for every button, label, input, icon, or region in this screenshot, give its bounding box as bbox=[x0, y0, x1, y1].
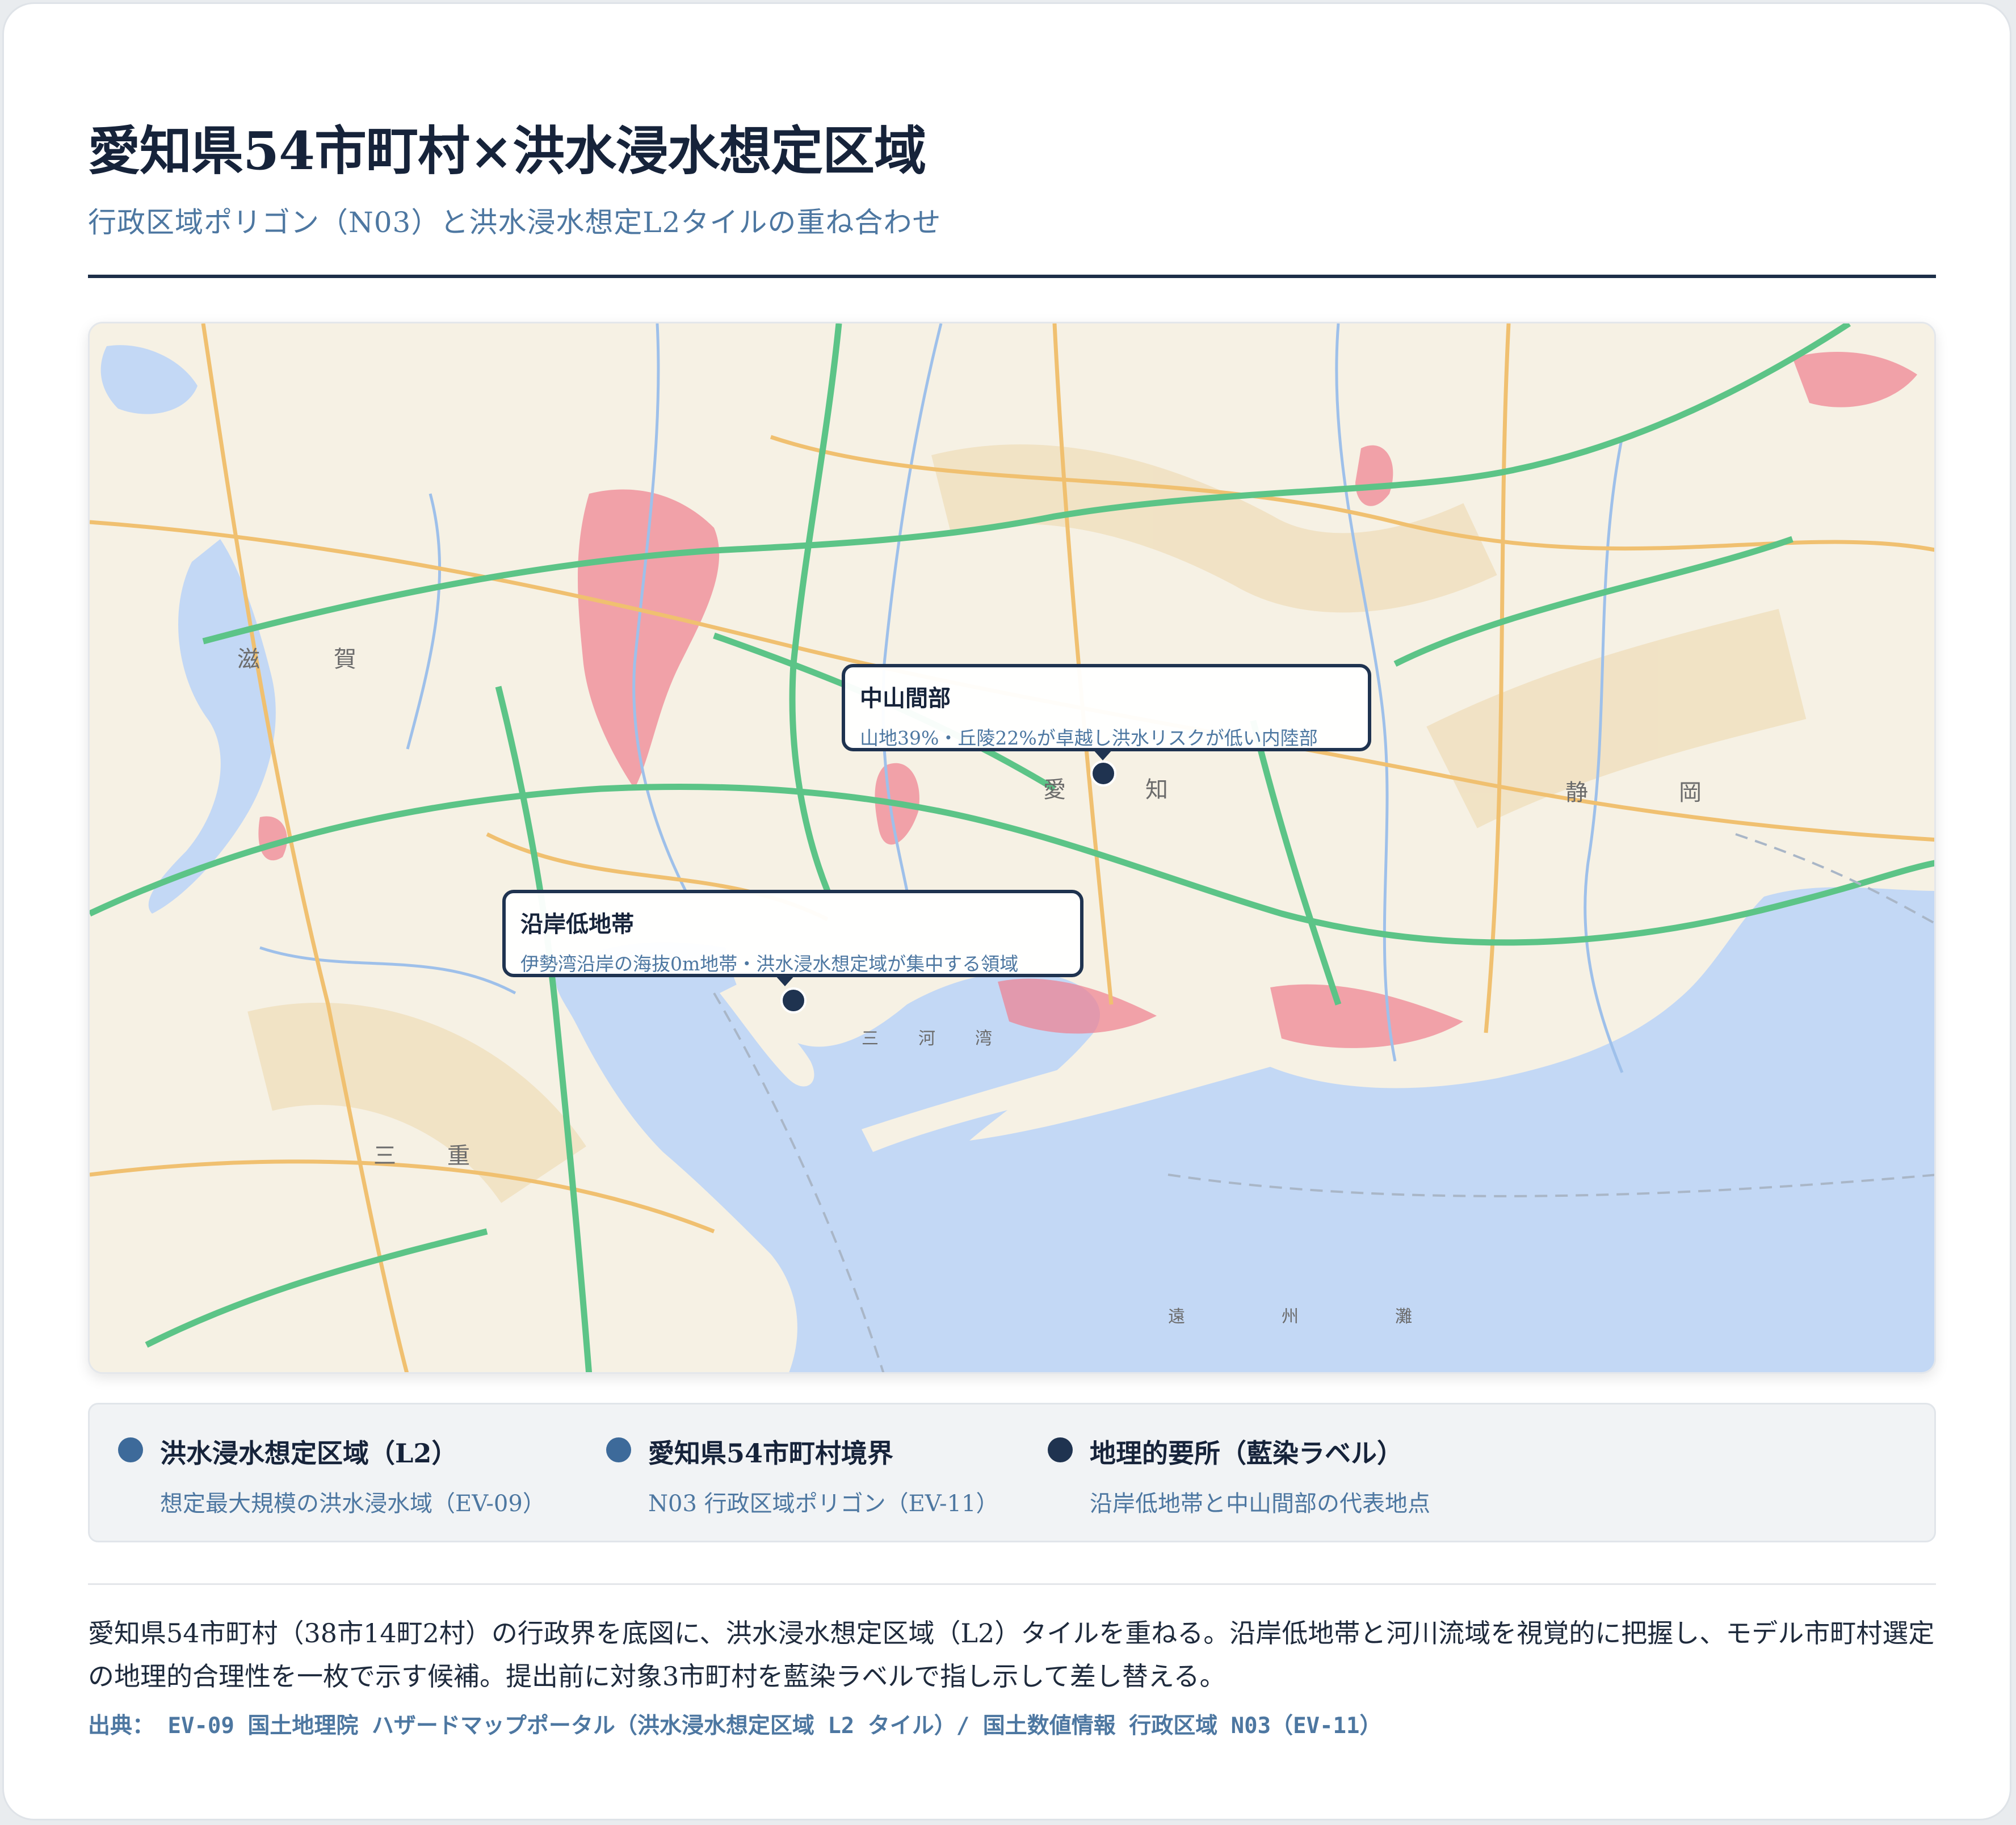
title-rule bbox=[88, 275, 1936, 278]
pin-coastal[interactable] bbox=[780, 987, 807, 1014]
label-mikawa-3: 湾 bbox=[975, 1029, 992, 1049]
map-basemap: 滋 賀 三 重 愛 知 静 岡 三 河 湾 遠 州 灘 bbox=[90, 323, 1934, 1372]
body-text: 愛知県54市町村（38市14町2村）の行政界を底図に、洪水浸水想定区域（L2）タ… bbox=[88, 1618, 1935, 1692]
callout-inland[interactable]: 中山間部 山地39%・丘陵22%が卓越し洪水リスクが低い内陸部 bbox=[842, 664, 1371, 760]
label-mie-1: 三 bbox=[373, 1143, 396, 1169]
label-enshu-1: 遠 bbox=[1168, 1307, 1185, 1327]
pin-inland[interactable] bbox=[1090, 760, 1116, 787]
source-citation: 出典： EV-09 国土地理院 ハザードマップポータル（洪水浸水想定区域 L2 … bbox=[88, 1713, 1382, 1739]
legend-name-flood: 洪水浸水想定区域（L2） bbox=[160, 1438, 458, 1469]
label-shizuoka-1: 静 bbox=[1565, 780, 1588, 806]
page-subtitle: 行政区域ポリゴン（N03）と洪水浸水想定L2タイルの重ね合わせ bbox=[88, 206, 942, 239]
figure-card: 愛知県54市町村×洪水浸水想定区域 行政区域ポリゴン（N03）と洪水浸水想定L2… bbox=[2, 2, 2011, 1820]
flood-map[interactable]: 滋 賀 三 重 愛 知 静 岡 三 河 湾 遠 州 灘 中山間部 山地39%・丘… bbox=[88, 322, 1936, 1374]
legend: 洪水浸水想定区域（L2） 想定最大規模の洪水浸水域（EV-09） 愛知県54市町… bbox=[88, 1403, 1936, 1542]
label-enshu-2: 州 bbox=[1282, 1307, 1299, 1327]
label-enshu-3: 灘 bbox=[1395, 1307, 1412, 1327]
legend-desc-boundary: N03 行政区域ポリゴン（EV-11） bbox=[648, 1491, 999, 1517]
legend-dot-boundary bbox=[606, 1437, 631, 1462]
label-shiga-1: 滋 bbox=[237, 646, 260, 672]
callout-inland-desc: 山地39%・丘陵22%が卓越し洪水リスクが低い内陸部 bbox=[860, 727, 1318, 749]
label-mie-2: 重 bbox=[447, 1143, 470, 1169]
legend-name-landmark: 地理的要所（藍染ラベル） bbox=[1090, 1438, 1403, 1469]
callout-coastal[interactable]: 沿岸低地帯 伊勢湾沿岸の海抜0m地帯・洪水浸水想定域が集中する領域 bbox=[502, 890, 1083, 986]
legend-desc-flood: 想定最大規模の洪水浸水域（EV-09） bbox=[160, 1491, 545, 1517]
callout-inland-title: 中山間部 bbox=[860, 685, 951, 712]
label-shiga-2: 賀 bbox=[334, 646, 356, 672]
legend-name-boundary: 愛知県54市町村境界 bbox=[648, 1438, 894, 1469]
callout-coastal-desc: 伊勢湾沿岸の海抜0m地帯・洪水浸水想定域が集中する領域 bbox=[520, 953, 1019, 975]
label-aichi-2: 知 bbox=[1145, 777, 1168, 803]
page-title: 愛知県54市町村×洪水浸水想定区域 bbox=[88, 120, 926, 182]
label-shizuoka-2: 岡 bbox=[1679, 780, 1702, 806]
label-mikawa-1: 三 bbox=[862, 1029, 879, 1049]
legend-dot-flood bbox=[118, 1437, 143, 1462]
label-aichi-1: 愛 bbox=[1043, 777, 1066, 803]
label-mikawa-2: 河 bbox=[918, 1029, 935, 1049]
divider bbox=[88, 1583, 1936, 1585]
legend-dot-landmark bbox=[1048, 1437, 1073, 1462]
legend-desc-landmark: 沿岸低地帯と中山間部の代表地点 bbox=[1090, 1491, 1430, 1517]
callout-coastal-title: 沿岸低地帯 bbox=[520, 911, 634, 937]
